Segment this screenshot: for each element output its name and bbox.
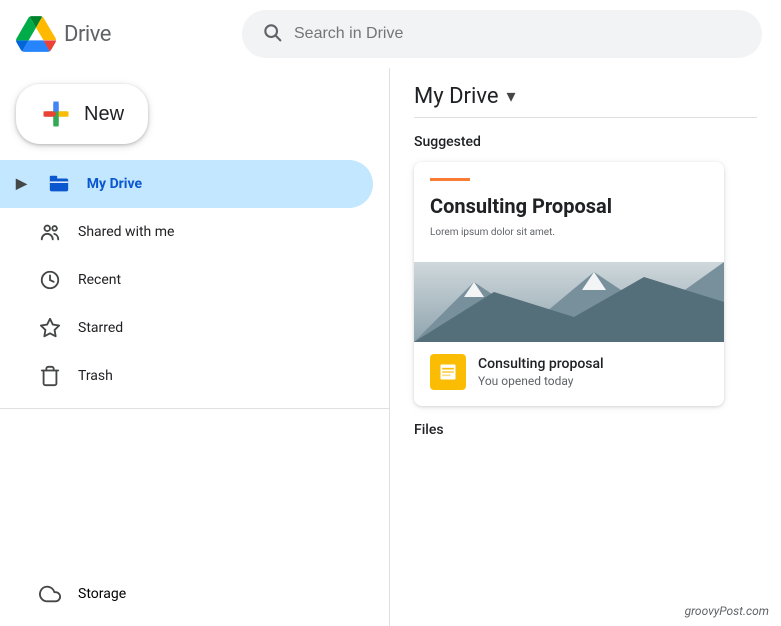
doc-accent-line (430, 178, 470, 181)
file-meta: You opened today (478, 374, 604, 388)
sidebar: New ▶ My Drive (0, 68, 390, 626)
sidebar-item-starred-label: Starred (78, 320, 123, 336)
page-title: My Drive (414, 84, 499, 109)
doc-preview: Consulting Proposal Lorem ipsum dolor si… (414, 162, 724, 342)
sidebar-item-my-drive-label: My Drive (87, 176, 142, 192)
card-info: Consulting proposal You opened today (414, 342, 724, 406)
file-icon (430, 354, 466, 390)
new-plus-icon (40, 98, 72, 130)
content-header: My Drive ▾ (414, 84, 757, 118)
search-input[interactable] (294, 25, 742, 43)
file-details: Consulting proposal You opened today (478, 356, 604, 388)
cloud-icon (38, 583, 62, 605)
sidebar-item-recent[interactable]: Recent (0, 256, 373, 304)
sidebar-item-shared[interactable]: Shared with me (0, 208, 373, 256)
search-bar[interactable] (242, 10, 762, 58)
suggested-card[interactable]: Consulting Proposal Lorem ipsum dolor si… (414, 162, 724, 406)
file-name: Consulting proposal (478, 356, 604, 372)
sidebar-item-my-drive[interactable]: ▶ My Drive (0, 160, 373, 208)
search-icon (262, 22, 282, 47)
sidebar-item-storage-label: Storage (78, 586, 126, 602)
doc-preview-title: Consulting Proposal (430, 193, 708, 219)
sidebar-item-trash[interactable]: Trash (0, 352, 373, 400)
suggested-label: Suggested (414, 134, 757, 150)
doc-preview-subtitle: Lorem ipsum dolor sit amet. (430, 227, 708, 238)
files-label: Files (414, 422, 757, 438)
star-icon (38, 317, 62, 339)
new-button-label: New (84, 103, 124, 126)
header: Drive (0, 0, 781, 68)
sidebar-item-recent-label: Recent (78, 272, 121, 288)
logo-area: Drive (16, 14, 196, 54)
sidebar-item-shared-label: Shared with me (78, 224, 174, 240)
main-layout: New ▶ My Drive (0, 68, 781, 626)
my-drive-icon (47, 173, 71, 195)
recent-icon (38, 269, 62, 291)
content-area: My Drive ▾ Suggested Consulting Proposal… (390, 68, 781, 626)
mountain-illustration (414, 262, 724, 342)
chevron-right-icon: ▶ (16, 176, 27, 192)
trash-icon (38, 365, 62, 387)
sidebar-divider (0, 408, 389, 409)
app-title: Drive (64, 22, 111, 47)
sidebar-item-trash-label: Trash (78, 368, 113, 384)
drive-logo-icon (16, 14, 56, 54)
sidebar-item-starred[interactable]: Starred (0, 304, 373, 352)
sidebar-item-storage[interactable]: Storage (0, 570, 389, 618)
chevron-down-icon[interactable]: ▾ (507, 86, 516, 107)
card-thumbnail: Consulting Proposal Lorem ipsum dolor si… (414, 162, 724, 342)
new-button[interactable]: New (16, 84, 148, 144)
watermark: groovyPost.com (685, 604, 769, 618)
shared-with-me-icon (38, 221, 62, 243)
